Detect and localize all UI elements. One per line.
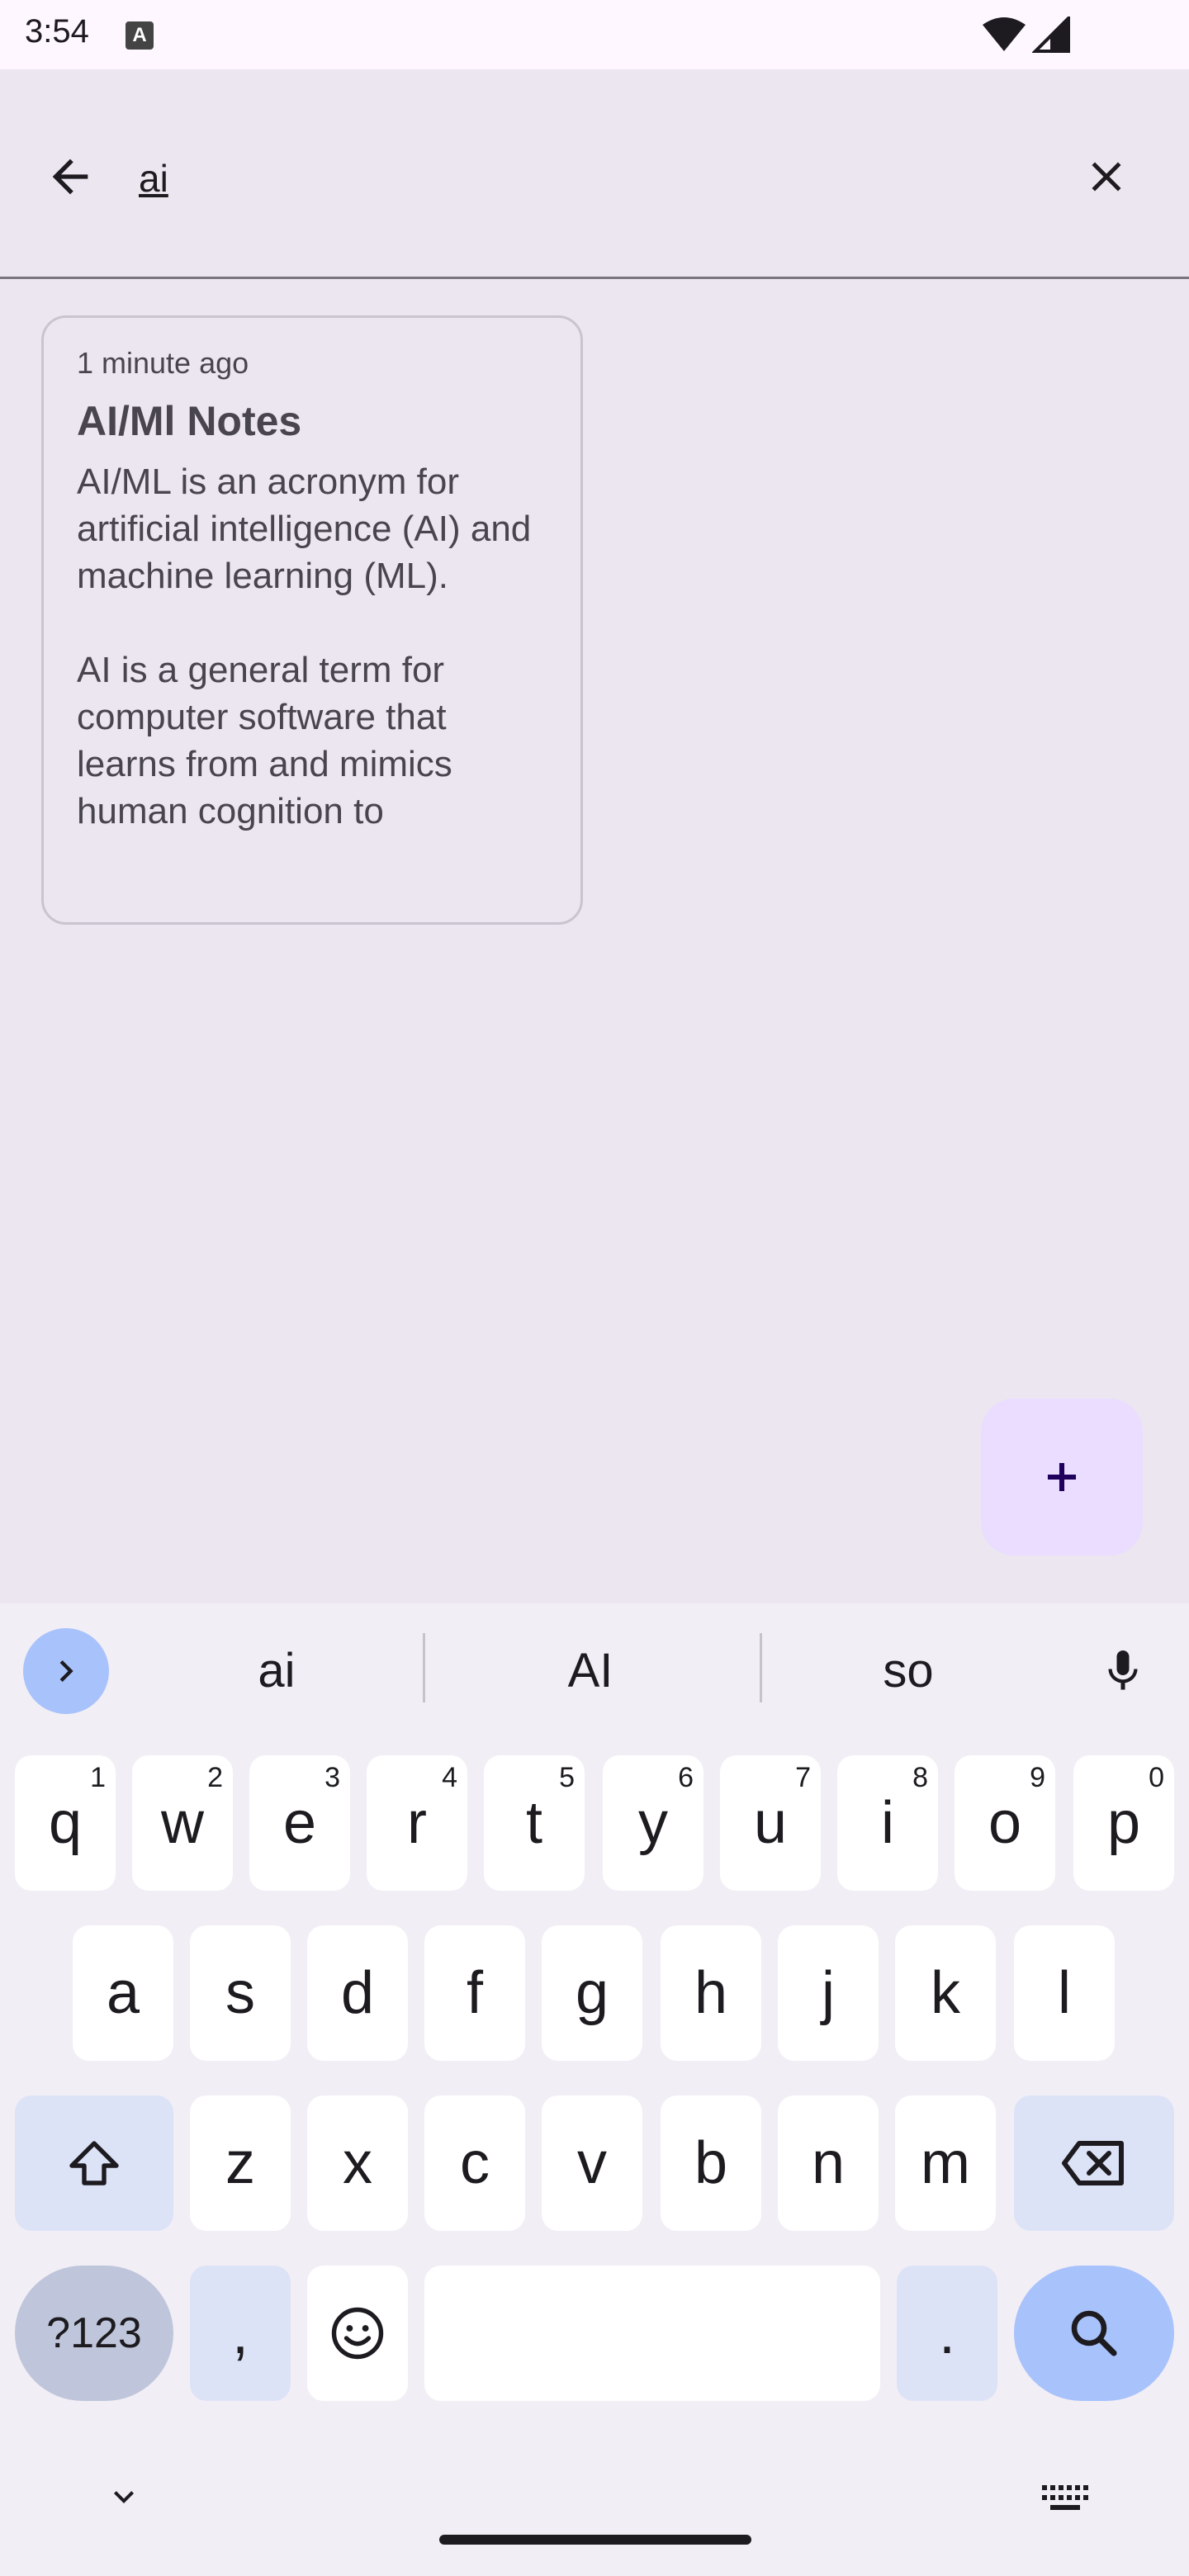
signal-icon [1032,17,1070,53]
key-g[interactable]: g [542,1925,642,2061]
key-c[interactable]: c [424,2095,525,2231]
suggestion-3[interactable]: so [776,1636,1040,1706]
key-hint: 4 [442,1762,457,1793]
key-label: e [282,1790,317,1856]
key-r[interactable]: r4 [367,1755,467,1891]
hide-keyboard-chevron-icon[interactable] [104,2477,144,2517]
notification-app-icon: A [126,21,154,50]
suggestion-divider [423,1633,425,1702]
key-e[interactable]: e3 [249,1755,350,1891]
arrow-back-icon [52,159,88,195]
emoji-key[interactable] [307,2266,408,2401]
key-hint: 3 [324,1762,340,1793]
key-m[interactable]: m [895,2095,996,2231]
key-label: y [638,1790,668,1856]
key-hint: 0 [1149,1762,1164,1793]
shift-icon [69,2141,119,2185]
key-u[interactable]: u7 [720,1755,821,1891]
key-a[interactable]: a [73,1925,173,2061]
key-label: p [1106,1790,1141,1856]
search-key[interactable] [1014,2266,1174,2401]
chevron-right-icon [59,1660,73,1682]
key-z[interactable]: z [190,2095,291,2231]
key-f[interactable]: f [424,1925,525,2061]
key-l[interactable]: l [1014,1925,1115,2061]
key-hint: 1 [90,1762,106,1793]
microphone-icon [1108,1650,1138,1690]
close-icon [1092,162,1121,192]
symbols-key[interactable]: ?123 [15,2266,173,2401]
comma-key[interactable]: , [190,2266,291,2401]
key-hint: 7 [795,1762,811,1793]
key-label: u [753,1790,788,1856]
status-bar: 3:54 A [0,0,1189,69]
key-hint: 8 [912,1762,928,1793]
back-button[interactable] [33,144,107,210]
key-b[interactable]: b [661,2095,761,2231]
key-p[interactable]: p0 [1073,1755,1174,1891]
suggestion-divider [760,1633,762,1702]
space-key[interactable] [424,2266,880,2401]
key-hint: 6 [678,1762,694,1793]
backspace-icon [1062,2141,1124,2185]
search-input[interactable] [139,152,1014,205]
key-label: i [881,1790,894,1856]
suggestion-strip: ai AI so [0,1603,1189,1735]
plus-icon [1047,1462,1077,1492]
wifi-icon [983,17,1026,51]
suggestion-1[interactable]: ai [140,1636,413,1706]
clear-search-button[interactable] [1073,144,1139,210]
key-t[interactable]: t5 [484,1755,585,1891]
shift-key[interactable] [15,2095,173,2231]
key-x[interactable]: x [307,2095,408,2231]
key-d[interactable]: d [307,1925,408,2061]
key-label: w [161,1790,204,1856]
status-time: 3:54 [25,13,89,50]
key-i[interactable]: i8 [837,1755,938,1891]
suggestion-2[interactable]: AI [446,1636,735,1706]
note-title: AI/Ml Notes [77,398,302,444]
key-label: o [988,1790,1022,1856]
period-key[interactable]: . [897,2266,997,2401]
voice-input-button[interactable] [1090,1636,1156,1706]
search-bar [0,69,1189,279]
keyboard-switch-icon[interactable] [1040,2482,1088,2515]
note-body: AI/ML is an acronym for artificial intel… [77,462,532,831]
key-o[interactable]: o9 [955,1755,1055,1891]
key-hint: 2 [207,1762,223,1793]
search-icon [1071,2310,1117,2356]
key-hint: 5 [559,1762,575,1793]
key-h[interactable]: h [661,1925,761,2061]
note-timestamp: 1 minute ago [77,346,249,380]
key-label: r [407,1790,427,1856]
key-q[interactable]: q1 [15,1755,116,1891]
key-k[interactable]: k [895,1925,996,2061]
add-note-button[interactable] [981,1399,1143,1556]
key-label: q [48,1790,83,1856]
keyboard: ai AI so q1 w2 e3 r4 t5 y6 u7 i8 o9 p0 a… [0,1603,1189,2576]
key-v[interactable]: v [542,2095,642,2231]
backspace-key[interactable] [1014,2095,1174,2231]
home-gesture-handle[interactable] [439,2535,751,2545]
key-hint: 9 [1030,1762,1045,1793]
key-n[interactable]: n [778,2095,879,2231]
key-y[interactable]: y6 [603,1755,703,1891]
note-card[interactable]: 1 minute ago AI/Ml Notes AI/ML is an acr… [41,315,583,925]
key-s[interactable]: s [190,1925,291,2061]
key-j[interactable]: j [778,1925,879,2061]
toolbar-expand-button[interactable] [23,1628,109,1714]
emoji-icon [331,2307,384,2360]
key-w[interactable]: w2 [132,1755,233,1891]
key-label: t [525,1790,542,1856]
